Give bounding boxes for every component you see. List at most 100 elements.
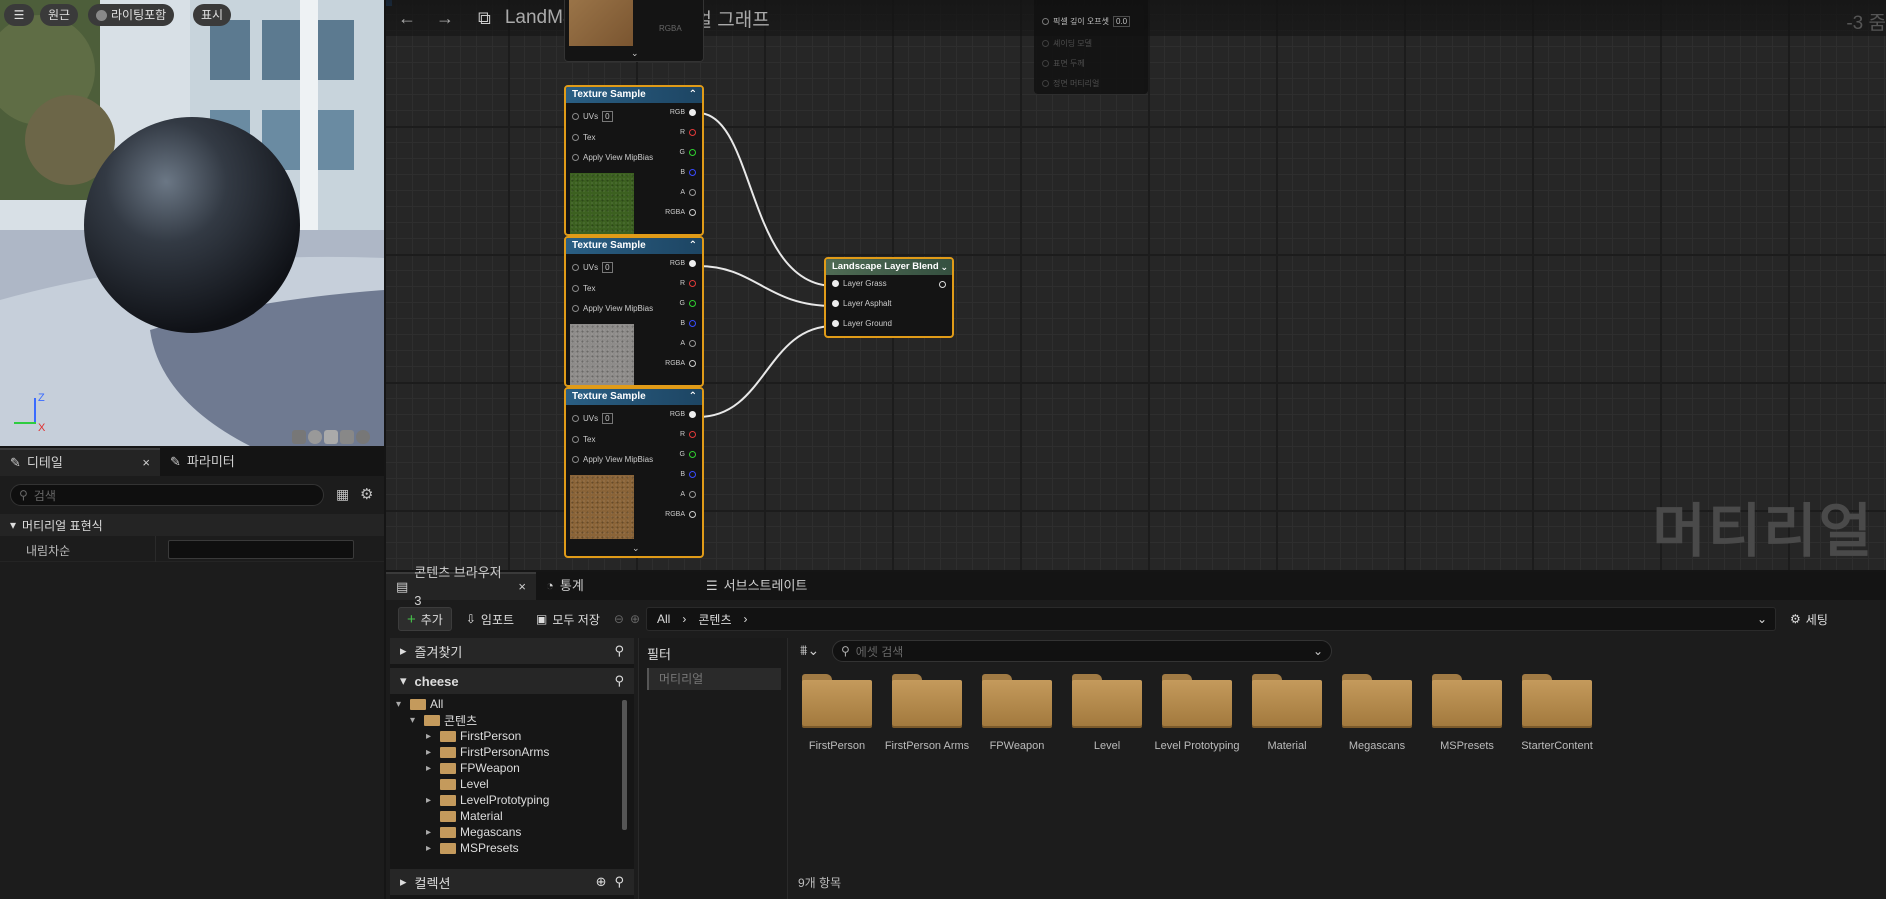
table-view-icon[interactable]: ▦: [336, 486, 349, 503]
close-icon[interactable]: ×: [142, 449, 150, 477]
chevron-icon[interactable]: ▾: [396, 699, 406, 710]
output-pin[interactable]: G: [680, 300, 696, 307]
texture-sample-node[interactable]: Texture Sample ⌃ UVs 0 Tex Apply View Mip…: [564, 236, 704, 387]
blend-input-ground[interactable]: Layer Ground: [832, 319, 892, 328]
filter-item-material[interactable]: 머티리얼: [647, 668, 781, 690]
output-pin[interactable]: R: [680, 431, 696, 438]
history-back-icon[interactable]: ⊖: [614, 612, 624, 626]
output-pin[interactable]: RGBA: [665, 209, 696, 216]
cylinder-preview-icon[interactable]: [292, 430, 306, 444]
output-pin-dot[interactable]: [689, 189, 696, 196]
tree-item[interactable]: Material: [426, 808, 503, 824]
folder-tile[interactable]: FirstPerson: [793, 668, 881, 778]
uvs-value-field[interactable]: 0: [602, 262, 613, 273]
chevron-right-icon[interactable]: ›: [682, 612, 686, 626]
output-pin-dot[interactable]: [689, 260, 696, 267]
chevron-icon[interactable]: ▸: [426, 763, 436, 774]
tree-item[interactable]: ▾ All: [396, 696, 443, 712]
search-icon[interactable]: ⚲: [614, 643, 624, 659]
folder-tile[interactable]: Level: [1063, 668, 1151, 778]
tree-item[interactable]: ▸ LevelPrototyping: [426, 792, 549, 808]
viewport-menu-button[interactable]: ☰: [4, 4, 34, 26]
path-segment-all[interactable]: All: [657, 612, 670, 626]
tree-item[interactable]: ▸ FPWeapon: [426, 760, 520, 776]
folder-tile[interactable]: Megascans: [1333, 668, 1421, 778]
folder-tile[interactable]: MSPresets: [1423, 668, 1511, 778]
folder-tile[interactable]: FirstPerson Arms: [883, 668, 971, 778]
tab-content-browser[interactable]: ▤ 콘텐츠 브라우저 3 ×: [386, 565, 536, 608]
chevron-down-icon[interactable]: ⌄: [1757, 612, 1767, 626]
cube-preview-icon[interactable]: [340, 430, 354, 444]
uvs-value-field[interactable]: 0: [602, 111, 613, 122]
favorites-header[interactable]: ▸ 즐겨찾기 ⚲: [390, 638, 634, 664]
output-pin-dot[interactable]: [689, 320, 696, 327]
plane-preview-icon[interactable]: [324, 430, 338, 444]
chevron-right-icon[interactable]: ›: [743, 612, 747, 626]
save-all-button[interactable]: ▣ 모두 저장: [528, 607, 608, 631]
folder-tile[interactable]: FPWeapon: [973, 668, 1061, 778]
chevron-icon[interactable]: ▸: [426, 795, 436, 806]
path-segment-content[interactable]: 콘텐츠: [698, 611, 731, 628]
input-pin-mipbias[interactable]: Apply View MipBias: [572, 455, 653, 464]
input-pin-tex[interactable]: Tex: [572, 435, 595, 444]
output-pin-dot[interactable]: [689, 451, 696, 458]
output-pin[interactable]: RGB: [670, 109, 696, 116]
add-collection-icon[interactable]: ⊕: [596, 874, 607, 890]
texture-sample-node[interactable]: Texture Sample ⌃ UVs 0 Tex Apply View Mip…: [564, 85, 704, 236]
output-pin[interactable]: A: [680, 189, 696, 196]
tab-parameters[interactable]: ✎ 파라미터: [160, 448, 245, 476]
output-pin-dot[interactable]: [689, 491, 696, 498]
project-header[interactable]: ▾ cheese ⚲: [390, 668, 634, 694]
output-pin-dot[interactable]: [689, 169, 696, 176]
output-pin-dot[interactable]: [689, 280, 696, 287]
tree-item[interactable]: ▸ Megascans: [426, 824, 521, 840]
input-pin-tex[interactable]: Tex: [572, 284, 595, 293]
input-pin-uvs[interactable]: UVs 0: [572, 262, 613, 273]
output-pin[interactable]: B: [680, 471, 696, 478]
output-pin-dot[interactable]: [689, 109, 696, 116]
output-pin-dot[interactable]: [689, 340, 696, 347]
output-pin[interactable]: RGB: [670, 411, 696, 418]
property-value-field[interactable]: [168, 540, 354, 559]
tree-item[interactable]: Level: [426, 776, 489, 792]
chevron-icon[interactable]: ▸: [426, 843, 436, 854]
tree-item[interactable]: ▸ FirstPersonArms: [426, 744, 549, 760]
output-pin-dot[interactable]: [689, 300, 696, 307]
folder-tile[interactable]: StarterContent: [1513, 668, 1601, 778]
output-pin[interactable]: B: [680, 169, 696, 176]
landscape-layer-blend-node[interactable]: Landscape Layer Blend ⌄ Layer Grass Laye…: [824, 257, 954, 338]
chevron-down-icon[interactable]: ⌄: [940, 259, 948, 275]
output-pin[interactable]: R: [680, 280, 696, 287]
output-pin-dot[interactable]: [689, 360, 696, 367]
chevron-up-icon[interactable]: ⌃: [689, 87, 697, 103]
folder-tile[interactable]: Level Prototyping: [1153, 668, 1241, 778]
input-pin-mipbias[interactable]: Apply View MipBias: [572, 304, 653, 313]
uvs-value-field[interactable]: 0: [602, 413, 613, 424]
search-icon[interactable]: ⚲: [614, 874, 624, 890]
blend-output-pin[interactable]: [939, 281, 946, 288]
blend-input-grass[interactable]: Layer Grass: [832, 279, 887, 288]
output-pin-dot[interactable]: [689, 511, 696, 518]
chevron-icon[interactable]: ▸: [426, 731, 436, 742]
texture-node-header[interactable]: Texture Sample ⌃: [566, 238, 702, 254]
show-button[interactable]: 표시: [193, 4, 232, 26]
import-button[interactable]: ⇩ 임포트: [458, 607, 522, 631]
chevron-down-icon[interactable]: ⌄: [632, 543, 640, 554]
output-pin-dot[interactable]: [689, 471, 696, 478]
lighting-button[interactable]: 라이팅포함: [88, 4, 175, 26]
input-pin-mipbias[interactable]: Apply View MipBias: [572, 153, 653, 162]
tree-scrollbar[interactable]: [622, 700, 627, 830]
texture-sample-node[interactable]: Texture Sample ⌃ UVs 0 Tex Apply View Mip…: [564, 387, 704, 558]
texture-node-header[interactable]: Texture Sample ⌃: [566, 389, 702, 405]
output-pin[interactable]: RGBA: [665, 360, 696, 367]
output-pin-dot[interactable]: [689, 149, 696, 156]
tab-stats[interactable]: ◔ 통계: [536, 572, 696, 600]
input-pin-uvs[interactable]: UVs 0: [572, 413, 613, 424]
perspective-button[interactable]: 원근: [40, 4, 79, 26]
chevron-icon[interactable]: ▸: [426, 827, 436, 838]
blend-node-header[interactable]: Landscape Layer Blend ⌄: [826, 259, 952, 275]
material-preview-viewport[interactable]: ☰ 원근 라이팅포함 표시 Z X: [0, 0, 384, 446]
texture-node-header[interactable]: Texture Sample ⌃: [566, 87, 702, 103]
output-pin[interactable]: R: [680, 129, 696, 136]
chevron-icon[interactable]: ▾: [410, 715, 420, 726]
